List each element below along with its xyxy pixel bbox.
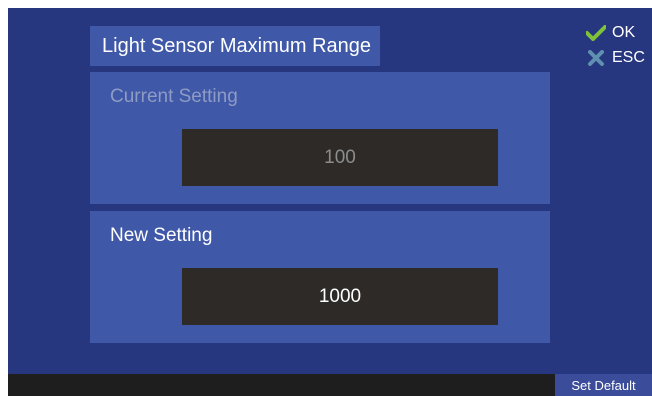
page-title: Light Sensor Maximum Range bbox=[90, 26, 380, 66]
esc-button[interactable]: ESC bbox=[586, 49, 645, 67]
current-setting-panel: Current Setting 100 bbox=[90, 72, 550, 204]
new-setting-value-field[interactable]: 1000 bbox=[182, 268, 498, 325]
set-default-button[interactable]: Set Default bbox=[555, 374, 652, 396]
check-icon bbox=[586, 25, 606, 41]
ok-label: OK bbox=[612, 24, 636, 41]
page-title-text: Light Sensor Maximum Range bbox=[102, 34, 372, 57]
current-setting-label: Current Setting bbox=[110, 86, 238, 107]
current-setting-value: 100 bbox=[182, 129, 498, 186]
current-setting-value-text: 100 bbox=[324, 146, 356, 168]
x-icon bbox=[588, 50, 604, 66]
bottom-bar: Set Default bbox=[8, 374, 652, 396]
ok-button[interactable]: OK bbox=[586, 24, 635, 42]
device-screen: Light Sensor Maximum Range OK ESC Curren… bbox=[8, 8, 652, 396]
new-setting-panel: New Setting 1000 bbox=[90, 211, 550, 343]
esc-label: ESC bbox=[612, 49, 645, 66]
new-setting-value-text: 1000 bbox=[318, 285, 362, 307]
new-setting-label: New Setting bbox=[110, 225, 213, 246]
